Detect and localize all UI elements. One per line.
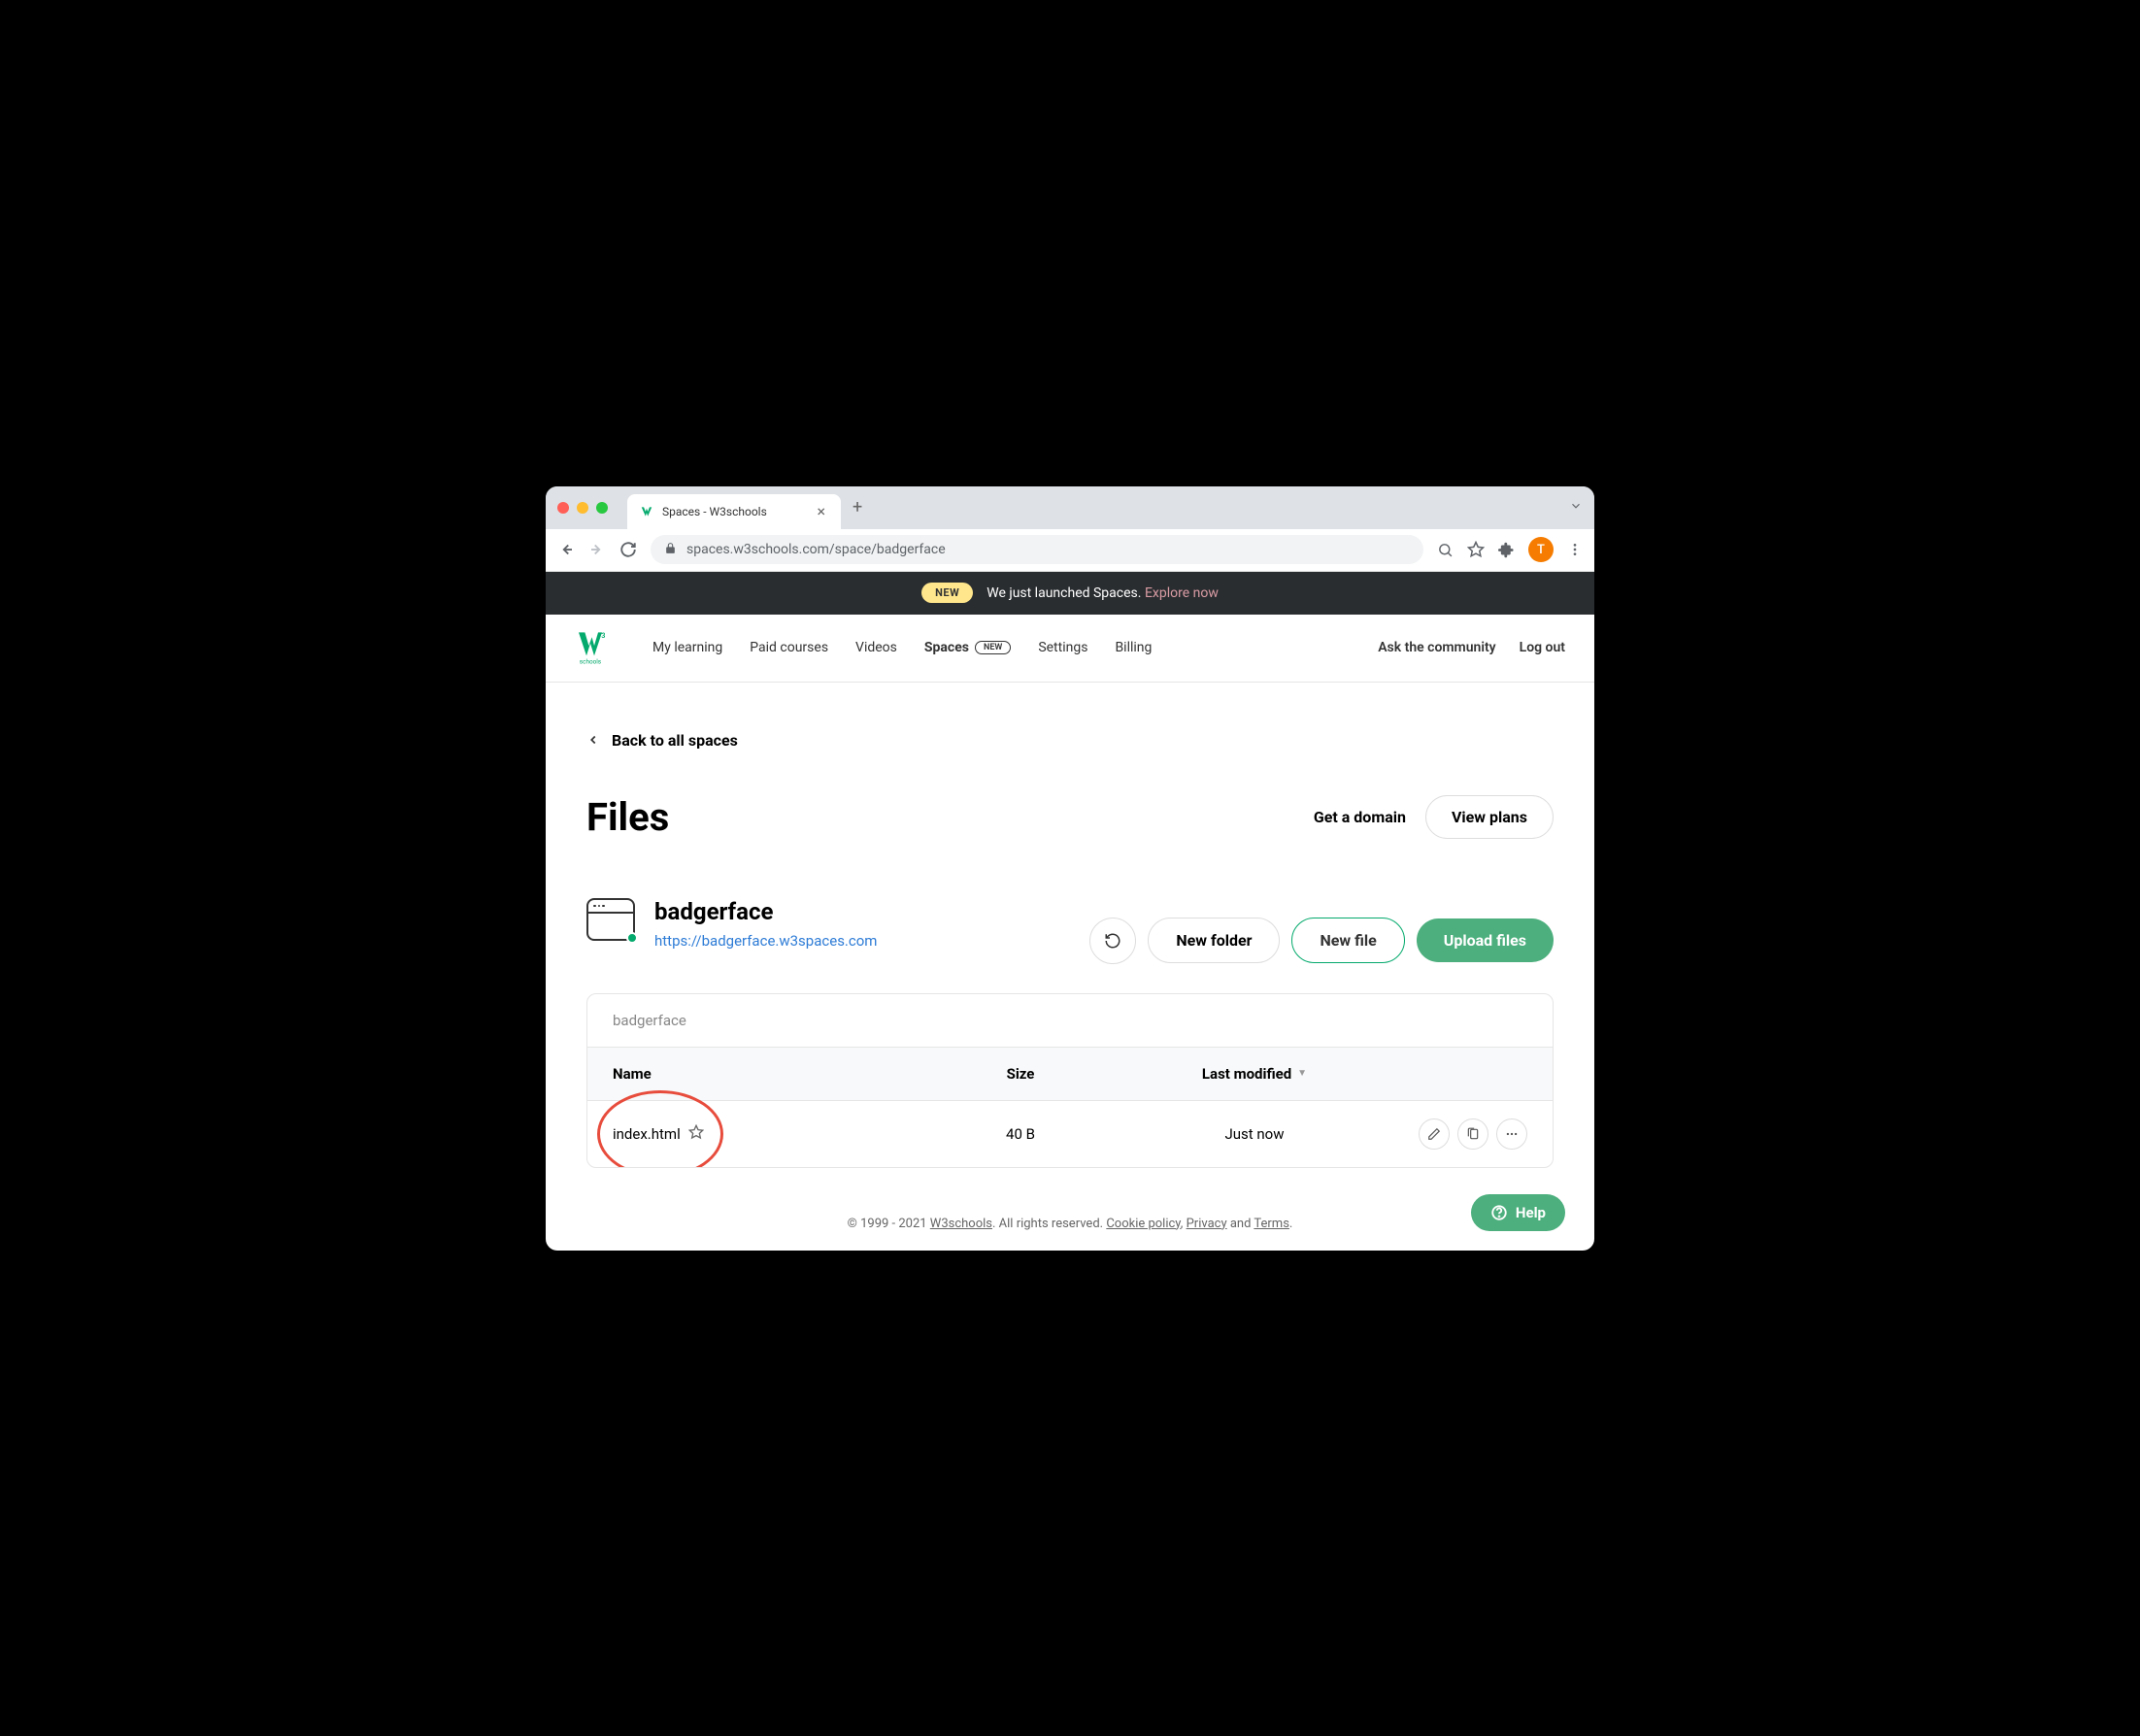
logo[interactable]: 3 schools [575, 626, 614, 669]
window-controls [557, 502, 608, 514]
nav-settings[interactable]: Settings [1038, 640, 1087, 655]
close-window-button[interactable] [557, 502, 569, 514]
space-info: badgerface https://badgerface.w3spaces.c… [586, 898, 877, 950]
announcement-bar: NEW We just launched Spaces. Explore now [546, 572, 1594, 615]
zoom-icon[interactable] [1437, 542, 1454, 558]
footer-brand-link[interactable]: W3schools [930, 1217, 992, 1231]
file-size: 40 B [923, 1125, 1118, 1143]
space-icon [586, 898, 635, 941]
logout-link[interactable]: Log out [1520, 640, 1565, 655]
new-tab-button[interactable]: + [853, 497, 862, 517]
minimize-window-button[interactable] [577, 502, 588, 514]
file-table: badgerface Name Size Last modified ▼ ind… [586, 993, 1554, 1168]
get-domain-link[interactable]: Get a domain [1314, 808, 1406, 826]
explore-link[interactable]: Explore now [1145, 585, 1219, 601]
toolbar-icons: T [1437, 537, 1583, 562]
breadcrumb[interactable]: badgerface [587, 994, 1553, 1048]
refresh-button[interactable] [1089, 918, 1136, 964]
menu-icon[interactable] [1567, 542, 1583, 557]
svg-text:schools: schools [580, 657, 601, 665]
space-actions: New folder New file Upload files [1089, 918, 1554, 964]
page-header: Files Get a domain View plans [586, 794, 1554, 840]
nav-paid-courses[interactable]: Paid courses [750, 640, 828, 655]
header-modified[interactable]: Last modified ▼ [1118, 1065, 1391, 1083]
edit-button[interactable] [1419, 1118, 1450, 1150]
copy-button[interactable] [1457, 1118, 1488, 1150]
star-outline-icon[interactable] [688, 1124, 704, 1144]
page-title: Files [586, 794, 669, 840]
refresh-icon [1104, 932, 1121, 950]
new-badge: NEW [921, 583, 973, 603]
nav-videos[interactable]: Videos [855, 640, 897, 655]
content-area: Back to all spaces Files Get a domain Vi… [546, 683, 1594, 1187]
browser-tab[interactable]: Spaces - W3schools × [627, 494, 841, 529]
tab-title: Spaces - W3schools [662, 505, 805, 518]
main-nav: 3 schools My learning Paid courses Videos… [546, 615, 1594, 683]
nav-right: Ask the community Log out [1378, 640, 1565, 655]
space-header: badgerface https://badgerface.w3spaces.c… [586, 898, 1554, 964]
url-box[interactable]: spaces.w3schools.com/space/badgerface [651, 535, 1423, 564]
forward-button[interactable] [588, 541, 606, 558]
row-actions [1391, 1118, 1527, 1150]
address-bar: spaces.w3schools.com/space/badgerface T [546, 529, 1594, 572]
privacy-link[interactable]: Privacy [1187, 1217, 1227, 1231]
more-button[interactable] [1496, 1118, 1527, 1150]
more-horizontal-icon [1505, 1127, 1519, 1141]
status-dot-icon [626, 932, 638, 944]
profile-avatar[interactable]: T [1528, 537, 1554, 562]
sort-caret-icon: ▼ [1297, 1068, 1307, 1079]
chevron-left-icon [586, 733, 600, 747]
help-button[interactable]: Help [1471, 1194, 1565, 1231]
svg-text:3: 3 [601, 631, 605, 640]
space-url-link[interactable]: https://badgerface.w3spaces.com [654, 932, 877, 950]
help-icon [1490, 1204, 1508, 1221]
nav-billing[interactable]: Billing [1115, 640, 1152, 655]
footer: © 1999 - 2021 W3schools. All rights rese… [546, 1187, 1594, 1251]
new-pill: NEW [975, 641, 1011, 654]
favicon-icon [639, 504, 654, 519]
maximize-window-button[interactable] [596, 502, 608, 514]
page-content: NEW We just launched Spaces. Explore now… [546, 572, 1594, 1251]
file-modified: Just now [1118, 1125, 1391, 1143]
new-file-button[interactable]: New file [1291, 918, 1404, 963]
file-name[interactable]: index.html [613, 1125, 681, 1143]
space-name: badgerface [654, 898, 877, 925]
new-folder-button[interactable]: New folder [1148, 918, 1280, 963]
header-size[interactable]: Size [923, 1065, 1118, 1083]
back-button[interactable] [557, 541, 575, 558]
cookie-policy-link[interactable]: Cookie policy [1106, 1217, 1180, 1231]
nav-links: My learning Paid courses Videos Spaces N… [652, 640, 1152, 655]
announce-text: We just launched Spaces. [986, 585, 1141, 601]
reload-button[interactable] [619, 541, 637, 558]
nav-my-learning[interactable]: My learning [652, 640, 722, 655]
table-header: Name Size Last modified ▼ [587, 1048, 1553, 1101]
terms-link[interactable]: Terms [1254, 1217, 1289, 1231]
back-to-spaces-link[interactable]: Back to all spaces [586, 731, 1554, 750]
chrome-tab-bar: Spaces - W3schools × + [546, 486, 1594, 529]
table-row[interactable]: index.html 40 B Just now [587, 1101, 1553, 1167]
browser-window: Spaces - W3schools × + spaces.w3schools.… [546, 486, 1594, 1251]
extensions-icon[interactable] [1498, 542, 1515, 558]
view-plans-button[interactable]: View plans [1425, 795, 1554, 839]
pencil-icon [1427, 1127, 1441, 1141]
chevron-down-icon[interactable] [1569, 498, 1583, 517]
header-name[interactable]: Name [613, 1065, 923, 1083]
close-tab-icon[interactable]: × [813, 502, 829, 520]
file-name-cell: index.html [613, 1124, 923, 1144]
nav-spaces[interactable]: Spaces NEW [924, 640, 1011, 655]
star-icon[interactable] [1467, 541, 1485, 558]
clipboard-icon [1466, 1127, 1480, 1141]
url-text: spaces.w3schools.com/space/badgerface [686, 542, 946, 557]
header-actions: Get a domain View plans [1314, 795, 1554, 839]
ask-community-link[interactable]: Ask the community [1378, 640, 1495, 655]
upload-files-button[interactable]: Upload files [1417, 918, 1554, 962]
lock-icon [664, 542, 677, 558]
